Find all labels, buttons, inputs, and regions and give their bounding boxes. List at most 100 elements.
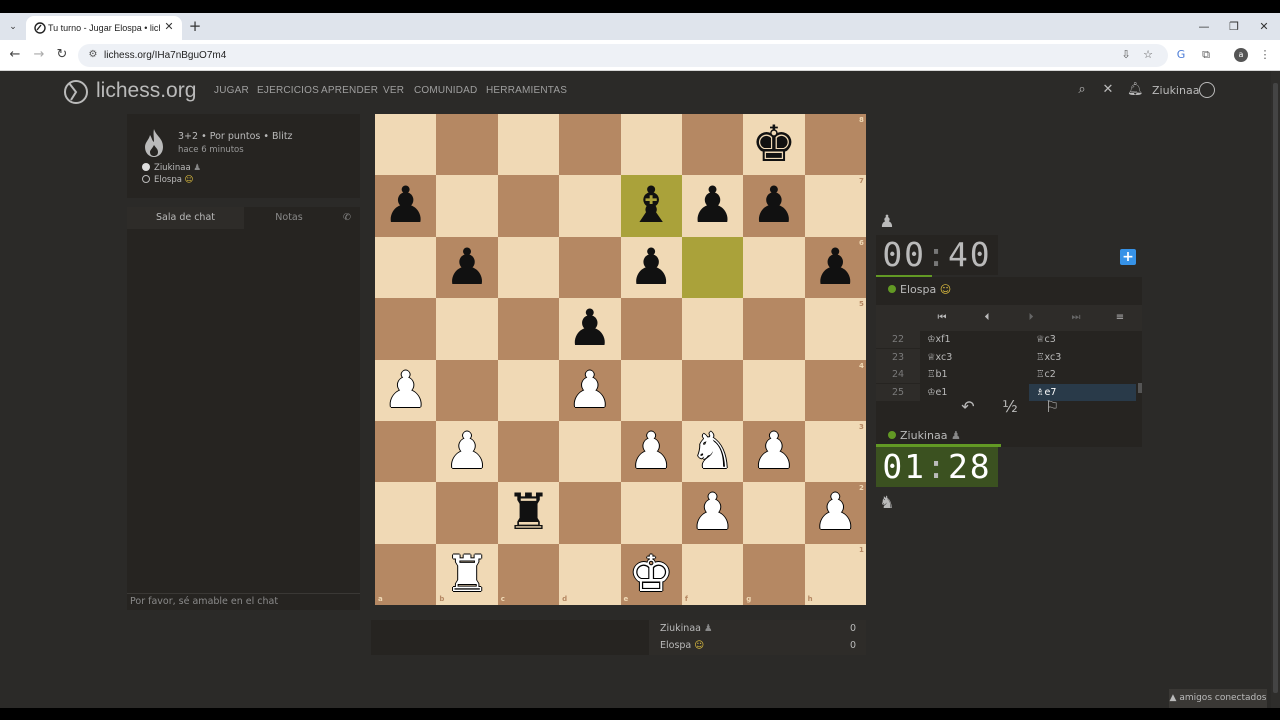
move-list-scrollbar[interactable] bbox=[1138, 383, 1142, 393]
square-a2[interactable] bbox=[375, 482, 437, 544]
square-h3[interactable] bbox=[804, 420, 866, 483]
black-move[interactable]: ♖xc3 bbox=[1029, 349, 1136, 366]
tab-notes[interactable]: Notas bbox=[244, 207, 334, 229]
white-move[interactable]: ♖b1 bbox=[927, 366, 948, 383]
minimize-icon[interactable]: — bbox=[1197, 20, 1211, 34]
nav-aprender[interactable]: APRENDER bbox=[321, 84, 378, 98]
square-f5[interactable] bbox=[681, 298, 744, 360]
black-move[interactable]: ♖c2 bbox=[1029, 366, 1136, 383]
square-f1[interactable] bbox=[681, 543, 744, 605]
square-e4[interactable] bbox=[620, 359, 682, 421]
nav-ejercicios[interactable]: EJERCICIOS bbox=[257, 84, 319, 98]
square-c6[interactable] bbox=[497, 236, 560, 299]
black-player-line[interactable]: Elospa ☺ bbox=[142, 175, 194, 186]
square-b5[interactable] bbox=[436, 298, 498, 360]
square-c4[interactable] bbox=[497, 359, 560, 421]
site-info-icon[interactable]: ⚙ bbox=[87, 49, 99, 61]
square-c8[interactable] bbox=[497, 114, 560, 176]
first-move-icon[interactable]: ⏮ bbox=[922, 308, 962, 328]
window-close-icon[interactable]: ✕ bbox=[1257, 20, 1271, 34]
square-b4[interactable] bbox=[436, 359, 498, 421]
friends-online-button[interactable]: ▲ amigos conectados bbox=[1169, 689, 1267, 708]
black-pawn-d5-icon[interactable]: ♟ bbox=[559, 298, 620, 359]
square-g4[interactable] bbox=[743, 359, 805, 421]
square-b8[interactable] bbox=[436, 114, 498, 176]
search-icon[interactable]: ⌕ bbox=[1075, 83, 1089, 97]
page-scrollbar[interactable] bbox=[1271, 71, 1280, 708]
challenges-icon[interactable]: ✕ bbox=[1101, 83, 1115, 97]
white-knight-f3-icon[interactable]: ♞ bbox=[682, 421, 743, 482]
tab-close-icon[interactable]: ✕ bbox=[162, 20, 176, 34]
forward-icon[interactable]: → bbox=[32, 48, 46, 62]
square-h1[interactable] bbox=[804, 543, 866, 605]
square-h5[interactable] bbox=[804, 298, 866, 360]
square-d8[interactable] bbox=[559, 114, 621, 176]
menu-icon[interactable]: ≡ bbox=[1100, 308, 1140, 328]
square-h8[interactable] bbox=[804, 114, 866, 176]
black-pawn-e6-icon[interactable]: ♟ bbox=[621, 237, 682, 298]
square-c5[interactable] bbox=[497, 298, 560, 360]
square-g6[interactable] bbox=[743, 236, 805, 299]
black-pawn-f7-icon[interactable]: ♟ bbox=[682, 175, 743, 236]
user-menu[interactable]: Ziukinaa bbox=[1152, 84, 1199, 98]
square-c7[interactable] bbox=[497, 175, 560, 237]
square-a8[interactable] bbox=[375, 114, 437, 176]
nav-jugar[interactable]: JUGAR bbox=[214, 84, 249, 98]
new-tab-button[interactable]: + bbox=[188, 18, 202, 34]
resign-flag-button[interactable]: ⚐ bbox=[1040, 397, 1064, 417]
white-pawn-e3-icon[interactable]: ♟ bbox=[621, 421, 682, 482]
square-c1[interactable] bbox=[497, 543, 560, 605]
square-a3[interactable] bbox=[375, 420, 437, 483]
white-rook-b1-icon[interactable]: ♜ bbox=[436, 544, 497, 605]
square-f4[interactable] bbox=[681, 359, 744, 421]
black-move[interactable]: ♕c3 bbox=[1029, 331, 1136, 348]
chess-board[interactable]: 8 7 6 5 4 3 2 a b c d e f g 1 h ♚ ♟ ♝ ♟ ♟ ♟ ♟ ♟ ♟ ♟ ♟ ♟ ♟ ♞ ♟ ♜ ♟ ♟ ♜ ♚ bbox=[375, 114, 866, 605]
bookmark-star-icon[interactable]: ☆ bbox=[1141, 48, 1155, 62]
square-d3[interactable] bbox=[559, 420, 621, 483]
white-king-e1-icon[interactable]: ♚ bbox=[621, 544, 682, 605]
black-pawn-a7-icon[interactable]: ♟ bbox=[375, 175, 436, 236]
black-pawn-b6-icon[interactable]: ♟ bbox=[436, 237, 497, 298]
opponent-name-line[interactable]: Elospa ☺ bbox=[888, 283, 951, 297]
white-pawn-h2-icon[interactable]: ♟ bbox=[805, 482, 866, 543]
white-move[interactable]: ♔e1 bbox=[927, 384, 947, 401]
black-pawn-h6-icon[interactable]: ♟ bbox=[805, 237, 866, 298]
nav-comunidad[interactable]: COMUNIDAD bbox=[414, 84, 477, 98]
takeback-button[interactable]: ↶ bbox=[956, 397, 980, 417]
player-name-line[interactable]: Ziukinaa ♟ bbox=[888, 429, 961, 443]
extensions-icon[interactable]: ⧉ bbox=[1199, 48, 1213, 62]
black-pawn-g7-icon[interactable]: ♟ bbox=[743, 175, 804, 236]
translate-icon[interactable]: G bbox=[1174, 48, 1188, 62]
last-move-icon[interactable]: ⏭ bbox=[1056, 308, 1096, 328]
square-g5[interactable] bbox=[743, 298, 805, 360]
add-time-button[interactable]: + bbox=[1120, 249, 1136, 265]
profile-avatar[interactable]: a bbox=[1234, 48, 1248, 62]
square-b7[interactable] bbox=[436, 175, 498, 237]
white-pawn-a4-icon[interactable]: ♟ bbox=[375, 360, 436, 421]
square-a6[interactable] bbox=[375, 236, 437, 299]
square-h7[interactable] bbox=[804, 175, 866, 237]
square-h4[interactable] bbox=[804, 359, 866, 421]
square-e8[interactable] bbox=[620, 114, 682, 176]
white-pawn-d4-icon[interactable]: ♟ bbox=[559, 360, 620, 421]
user-avatar-icon[interactable] bbox=[1199, 82, 1215, 98]
square-e2[interactable] bbox=[620, 482, 682, 544]
white-player-line[interactable]: Ziukinaa ♟ bbox=[142, 163, 201, 174]
square-a1[interactable] bbox=[375, 543, 437, 605]
browser-tab[interactable]: Tu turno - Jugar Elospa • liches ✕ bbox=[26, 16, 182, 40]
install-app-icon[interactable]: ⇩ bbox=[1119, 48, 1133, 62]
square-d1[interactable] bbox=[559, 543, 621, 605]
previous-move-icon[interactable]: ⏴ bbox=[967, 308, 1007, 328]
browser-menu-icon[interactable]: ⋮ bbox=[1258, 48, 1272, 62]
square-e5[interactable] bbox=[620, 298, 682, 360]
square-a5[interactable] bbox=[375, 298, 437, 360]
square-g2[interactable] bbox=[743, 482, 805, 544]
white-pawn-b3-icon[interactable]: ♟ bbox=[436, 421, 497, 482]
square-b2[interactable] bbox=[436, 482, 498, 544]
white-move[interactable]: ♔xf1 bbox=[927, 331, 951, 348]
black-bishop-e7-icon[interactable]: ♝ bbox=[621, 175, 682, 236]
notifications-bell-icon[interactable]: 🔔︎ bbox=[1127, 83, 1144, 97]
square-d6[interactable] bbox=[559, 236, 621, 299]
back-icon[interactable]: ← bbox=[8, 48, 22, 62]
lichess-logo[interactable]: lichess.org bbox=[62, 78, 202, 104]
